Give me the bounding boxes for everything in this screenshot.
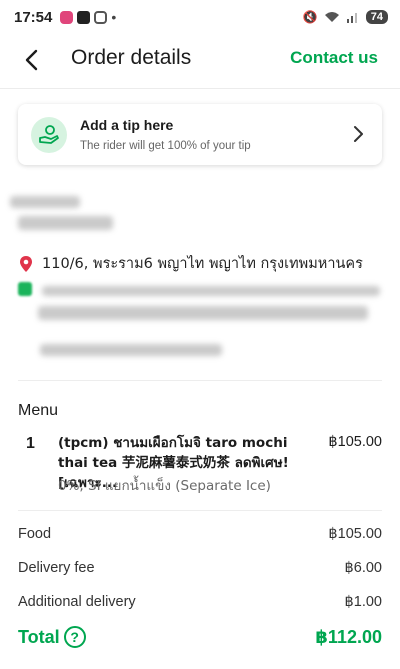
mute-icon: 🔇: [302, 10, 318, 24]
wifi-icon: [324, 12, 339, 22]
app-header: Order details Contact us: [0, 34, 400, 86]
add-tip-card[interactable]: Add a tip here The rider will get 100% o…: [18, 104, 382, 165]
additional-delivery-label: Additional delivery: [18, 594, 136, 610]
food-value: ฿105.00: [328, 526, 382, 542]
redacted-restaurant-line-2: [38, 306, 368, 320]
redacted-restaurant-line-1: [42, 286, 380, 296]
contact-us-link[interactable]: Contact us: [290, 48, 378, 68]
question-help-icon[interactable]: ?: [63, 626, 86, 648]
status-system-icons: 🔇 74: [303, 10, 388, 24]
status-time: 17:54: [14, 8, 53, 26]
food-cost-row: Food ฿105.00: [18, 526, 382, 542]
section-divider: [18, 510, 382, 511]
section-divider: [18, 380, 382, 381]
delivery-fee-label: Delivery fee: [18, 560, 95, 576]
status-bar: 17:54 • 🔇 74: [0, 0, 400, 34]
tip-hand-coin-icon: [31, 116, 67, 153]
total-row: Total ? ฿112.00: [18, 626, 382, 648]
menu-heading: Menu: [18, 402, 59, 419]
redacted-restaurant-line-3: [40, 344, 222, 356]
additional-delivery-row: Additional delivery ฿1.00: [18, 594, 382, 610]
delivery-fee-row: Delivery fee ฿6.00: [18, 560, 382, 576]
back-button[interactable]: [18, 47, 44, 73]
page-title: Order details: [71, 46, 192, 69]
status-app-icons: •: [60, 9, 116, 25]
more-notifications-dot-icon: •: [111, 9, 117, 25]
redacted-customer-phone: [18, 216, 113, 230]
battery-icon: 74: [365, 10, 388, 24]
location-pin-icon: [20, 255, 32, 272]
instagram-icon: [94, 10, 108, 24]
signal-icon: [346, 13, 357, 23]
address-text: 110/6, พระราม6 พญาไท พญาไท กรุงเทพมหานคร: [42, 256, 363, 272]
delivery-address: 110/6, พระราม6 พญาไท พญาไท กรุงเทพมหานคร: [18, 252, 363, 275]
additional-delivery-value: ฿1.00: [344, 594, 382, 610]
redacted-customer-name: [10, 196, 80, 208]
total-value: ฿112.00: [315, 626, 382, 647]
chevron-right-icon: [354, 126, 363, 142]
item-options: 0%, SI แยกน้ำแข็ง (Separate Ice): [58, 478, 271, 494]
item-price: ฿105.00: [328, 434, 382, 450]
header-divider: [0, 88, 400, 89]
tiktok-icon: [77, 10, 91, 24]
tip-title: Add a tip here: [80, 117, 174, 133]
tip-subtitle: The rider will get 100% of your tip: [80, 140, 251, 152]
food-label: Food: [18, 526, 52, 542]
total-label: Total: [18, 626, 60, 647]
item-quantity: 1: [26, 435, 35, 452]
notification-app-icon: [60, 10, 74, 24]
restaurant-marker-icon: [18, 282, 32, 296]
chevron-left-icon: [25, 49, 38, 71]
delivery-fee-value: ฿6.00: [344, 560, 382, 576]
